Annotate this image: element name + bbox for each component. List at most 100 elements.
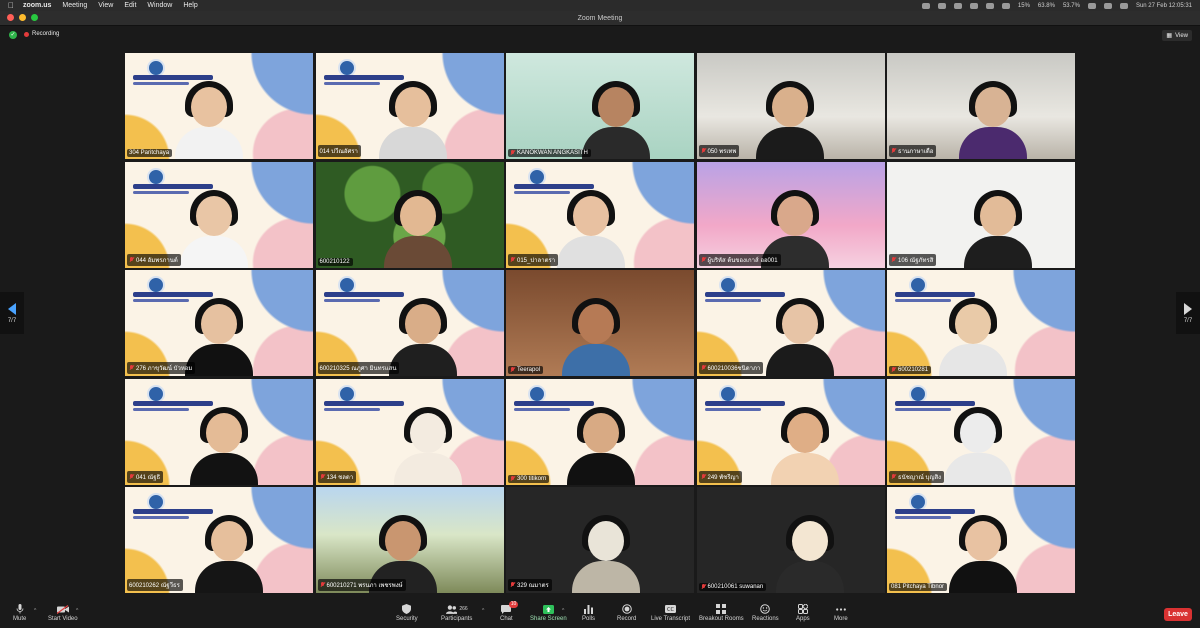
chat-button[interactable]: 10 Chat [500, 601, 519, 622]
participant-name-tag: 106 ณัฐภัทรสิ [889, 253, 937, 266]
participant-name: 329 ณมาตร [517, 583, 549, 589]
participant-video-tile[interactable]: ผู้บริหัส ต้นของเกาส์ ออ001 [696, 161, 885, 268]
breakout-rooms-label: Breakout Rooms [699, 616, 744, 622]
participant-video-tile[interactable]: 015_ปาลาตรา [506, 161, 694, 268]
breakout-rooms-icon [715, 604, 727, 614]
participant-video-tile[interactable]: ธานภาษาเดือ [887, 53, 1075, 159]
recording-indicator[interactable]: Recording [24, 31, 59, 37]
page-indicator: 7/7 [1183, 317, 1193, 324]
share-options-caret-icon[interactable]: ^ [562, 608, 564, 614]
participant-name-tag: 276 ภาขุวัฒน์ บัวหอม [127, 362, 196, 374]
participant-video-tile[interactable]: 300 titikorn [506, 378, 694, 485]
live-transcript-button[interactable]: CC Live Transcript [651, 604, 690, 622]
close-window-button[interactable] [7, 14, 14, 21]
menu-app-name[interactable]: zoom.us [23, 2, 51, 9]
participant-name-tag: 600210122 [317, 257, 353, 266]
participant-video-tile[interactable]: 600210122 [315, 161, 504, 268]
participant-avatar [561, 406, 641, 485]
participant-name-tag: 329 ณมาตร [508, 579, 552, 591]
mute-button[interactable]: Mute [13, 604, 26, 622]
participant-name-tag: 044 อัมพรภานต์ [127, 253, 181, 266]
apps-button[interactable]: Apps [796, 604, 810, 622]
participant-name: KANOKWAN ANGKASITH [517, 150, 588, 156]
participant-video-tile[interactable]: 050 พรเทพ [696, 53, 885, 159]
participant-video-tile[interactable]: ธนัชญาณ์ บุญสิง [887, 378, 1075, 485]
participant-video-tile[interactable]: 600210281 [887, 270, 1075, 376]
status-battery: 53.7% [1062, 2, 1080, 9]
reactions-label: Reactions [752, 616, 779, 622]
participant-video-tile[interactable]: 600210262 ณัฐวีธร [125, 487, 313, 593]
mute-label: Mute [13, 616, 27, 622]
record-button[interactable]: Record [617, 604, 636, 622]
participant-video-tile[interactable]: 276 ภาขุวัฒน์ บัวหอม [125, 270, 313, 376]
minimize-window-button[interactable] [19, 14, 26, 21]
apple-menu-icon[interactable]:  [8, 1, 14, 10]
participant-avatar [576, 81, 656, 159]
security-shield-icon[interactable]: ✓ [9, 31, 17, 39]
participant-name: 044 อัมพรภานต์ [136, 257, 178, 264]
view-button[interactable]: ▦ View [1162, 30, 1192, 41]
tray-icon[interactable] [921, 2, 930, 9]
fullscreen-window-button[interactable] [31, 14, 38, 21]
menu-meeting[interactable]: Meeting [62, 2, 87, 9]
participant-name: 600210061 suwanan [707, 584, 764, 590]
participant-video-tile[interactable]: Teerapol [506, 270, 694, 376]
menu-window[interactable]: Window [147, 2, 172, 9]
audio-options-caret-icon[interactable]: ^ [34, 608, 36, 614]
participant-name: Teerapol [517, 367, 541, 373]
bluetooth-icon[interactable] [1087, 2, 1096, 9]
tray-icon[interactable] [937, 2, 946, 9]
participant-video-tile[interactable]: 249 พัชรีญา [696, 378, 885, 485]
security-button[interactable]: Security [396, 604, 418, 622]
tray-icon[interactable] [953, 2, 962, 9]
tray-icon[interactable] [969, 2, 978, 9]
leave-meeting-button[interactable]: Leave [1164, 608, 1192, 621]
participant-name: ผู้บริหัส ต้นของเกาส์ ออ001 [707, 257, 778, 264]
banner-graphic [704, 400, 785, 415]
participant-avatar [566, 515, 646, 593]
participant-video-tile[interactable]: KANOKWAN ANGKASITH [506, 53, 694, 159]
clock[interactable]: Sun 27 Feb 12:05:31 [1136, 3, 1192, 9]
menu-view[interactable]: View [98, 2, 113, 9]
previous-page-button[interactable]: 7/7 [0, 292, 24, 334]
breakout-rooms-button[interactable]: Breakout Rooms [699, 604, 744, 622]
search-icon[interactable] [1103, 2, 1112, 9]
participant-video-tile[interactable]: 600210061 suwanan [696, 487, 885, 593]
participant-video-tile[interactable]: 134 ชลดา [315, 378, 504, 485]
wifi-icon[interactable] [1001, 2, 1010, 9]
video-options-caret-icon[interactable]: ^ [76, 608, 78, 614]
start-video-button[interactable]: Start Video [48, 604, 78, 622]
menu-edit[interactable]: Edit [124, 2, 136, 9]
more-button[interactable]: More [834, 604, 848, 622]
control-center-icon[interactable] [1119, 2, 1128, 9]
chat-unread-badge: 10 [508, 601, 519, 608]
menu-help[interactable]: Help [183, 2, 197, 9]
participant-video-tile[interactable]: 044 อัมพรภานต์ [125, 161, 313, 268]
participant-video-tile[interactable]: 329 ณมาตร [506, 487, 694, 593]
tray-icon[interactable] [985, 2, 994, 9]
participant-name-tag: 050 พรเทพ [698, 145, 740, 157]
participant-video-tile[interactable]: 041 ณัฐธิ [125, 378, 313, 485]
polls-button[interactable]: Polls [582, 604, 595, 622]
window-titlebar: Zoom Meeting [0, 11, 1200, 26]
participant-video-tile[interactable]: 600210325 ณภูศา มินทรแสน [315, 270, 504, 376]
participants-options-caret-icon[interactable]: ^ [482, 608, 484, 614]
participant-video-tile[interactable]: 304 Paritchaya [125, 53, 313, 159]
participant-video-tile[interactable]: 600210271 พรนภา เพชรพงษ์ [315, 487, 504, 593]
participants-button[interactable]: 266 Participants [441, 604, 472, 622]
participant-name-tag: ธานภาษาเดือ [889, 145, 937, 157]
participant-video-tile[interactable]: 014 ปวีณอัศรา [315, 53, 504, 159]
participant-video-tile[interactable]: 600210036ชนิดาภา [696, 270, 885, 376]
participant-avatar [373, 81, 453, 159]
status-memory: 63.8% [1037, 2, 1055, 9]
participant-name: 600210036ชนิดาภา [707, 366, 761, 372]
shield-icon [401, 604, 413, 614]
participant-video-tile[interactable]: 081 Pitchaya Tibnor [887, 487, 1075, 593]
reactions-button[interactable]: Reactions [752, 604, 779, 622]
participant-name-tag: 600210281 [889, 366, 932, 374]
participant-video-tile[interactable]: 106 ณัฐภัทรสิ [887, 161, 1075, 268]
next-page-button[interactable]: 7/7 [1176, 292, 1200, 334]
smiley-icon [759, 604, 771, 614]
window-title: Zoom Meeting [577, 14, 623, 22]
more-dots-icon [835, 604, 847, 614]
